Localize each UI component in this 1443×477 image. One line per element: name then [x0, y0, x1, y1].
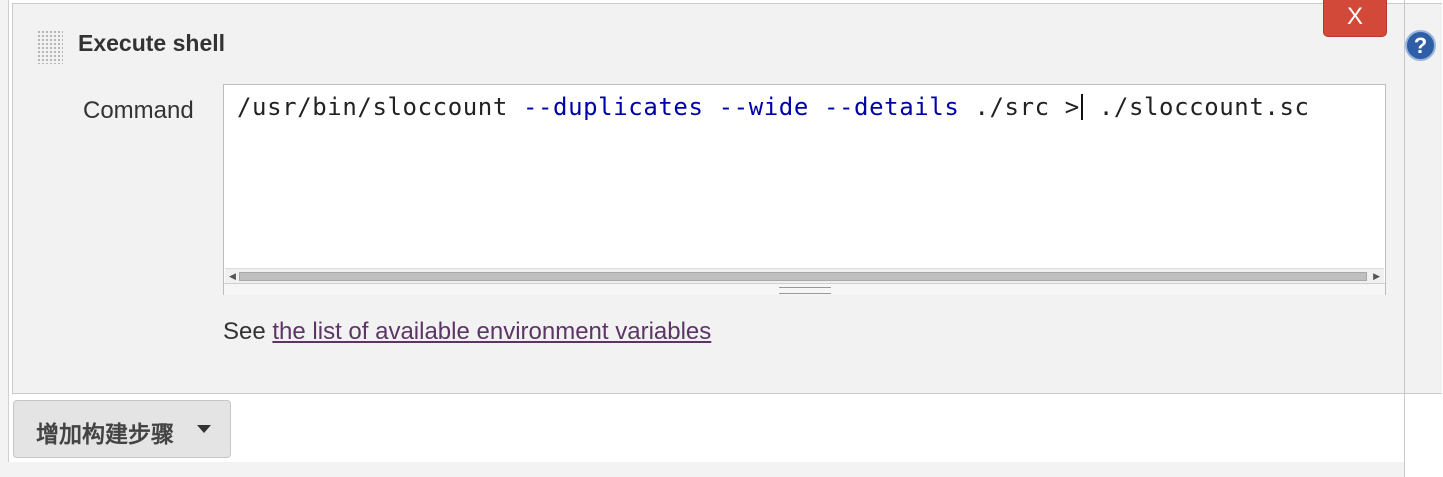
scroll-right-icon[interactable]: ▶: [1373, 271, 1380, 282]
step-title: Execute shell: [78, 30, 226, 56]
command-token-option: --duplicates: [522, 93, 704, 121]
right-divider: [1404, 0, 1405, 477]
drag-handle-icon[interactable]: [37, 30, 63, 64]
add-build-step-button[interactable]: 增加构建步骤: [13, 400, 231, 458]
command-token-option: --details: [823, 93, 960, 121]
command-token-space: [809, 93, 824, 121]
bottom-strip: [0, 462, 1404, 477]
env-vars-link[interactable]: the list of available environment variab…: [272, 318, 711, 345]
command-token-output: ./sloccount.sc: [1083, 93, 1310, 121]
command-token-args: ./src >: [959, 93, 1080, 121]
editor-resize-bar[interactable]: [224, 283, 1385, 295]
command-editor[interactable]: /usr/bin/sloccount --duplicates --wide -…: [223, 84, 1386, 295]
horizontal-scrollbar[interactable]: ◀ ▶: [225, 268, 1384, 284]
env-vars-help-text: See the list of available environment va…: [223, 318, 711, 346]
help-text-prefix: See: [223, 318, 273, 345]
text-caret: [1080, 94, 1083, 120]
delete-step-button[interactable]: X: [1323, 0, 1387, 37]
command-label: Command: [83, 97, 194, 124]
scrollbar-thumb[interactable]: [239, 272, 1367, 281]
scroll-left-icon[interactable]: ◀: [229, 271, 236, 282]
chevron-down-icon: [197, 425, 211, 433]
command-text[interactable]: /usr/bin/sloccount --duplicates --wide -…: [237, 93, 1310, 121]
command-token-path: /usr/bin/sloccount: [237, 93, 523, 121]
add-build-step-label: 增加构建步骤: [36, 421, 174, 447]
help-icon[interactable]: ?: [1405, 30, 1436, 61]
left-margin-strip: [0, 0, 9, 477]
command-token-option: --wide: [718, 93, 809, 121]
resize-grip-icon[interactable]: [779, 287, 831, 294]
command-token-space: [704, 93, 719, 121]
